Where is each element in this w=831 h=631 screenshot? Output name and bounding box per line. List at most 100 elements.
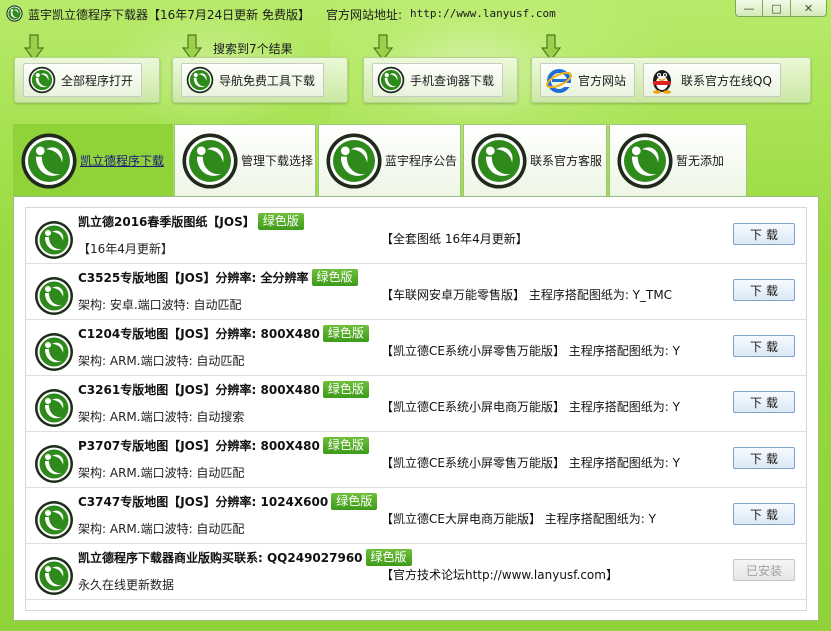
- item-subtitle: 【16年4月更新】: [78, 242, 173, 256]
- item-subtitle: 架构: ARM.端口波特: 自动匹配: [78, 522, 245, 536]
- kld-logo-icon: [470, 132, 528, 190]
- download-button[interactable]: 下载: [733, 223, 795, 245]
- tab-contact-support[interactable]: 联系官方客服: [463, 124, 607, 196]
- site-label: 官方网站地址:: [326, 8, 403, 22]
- kld-logo-icon: [181, 132, 239, 190]
- installed-button[interactable]: 已安装: [733, 559, 795, 581]
- kld-logo-icon: [34, 220, 74, 260]
- tab-announcements[interactable]: 蓝宇程序公告: [318, 124, 461, 196]
- kld-logo-icon: [34, 332, 74, 372]
- download-button[interactable]: 下载: [733, 279, 795, 301]
- close-icon: ✕: [803, 1, 814, 15]
- item-title-text: 凯立德2016春季版图纸【JOS】: [78, 215, 255, 229]
- minimize-icon: —: [743, 1, 755, 15]
- kld-logo-icon: [34, 556, 74, 596]
- list-item: C3525专版地图【JOS】分辨率: 全分辨率 绿色版 架构: 安卓.端口波特: …: [26, 264, 806, 320]
- item-title-text: C1204专版地图【JOS】分辨率: 800X480: [78, 327, 320, 341]
- official-site-button[interactable]: 官方网站: [540, 63, 636, 97]
- download-button[interactable]: 下载: [733, 391, 795, 413]
- download-button[interactable]: 下载: [733, 503, 795, 525]
- official-site-label: 官方网站: [578, 73, 627, 88]
- kld-logo-icon: [377, 66, 405, 94]
- phone-query-download-button[interactable]: 手机查询器下载: [372, 63, 504, 97]
- item-title-text: C3261专版地图【JOS】分辨率: 800X480: [78, 383, 320, 397]
- tab-label: 联系官方客服: [530, 154, 603, 168]
- item-subtitle: 架构: ARM.端口波特: 自动匹配: [78, 354, 245, 368]
- green-version-badge: 绿色版: [322, 325, 369, 342]
- contact-qq-button[interactable]: 联系官方在线QQ: [643, 63, 781, 97]
- item-title-text: 凯立德程序下载器商业版购买联系: QQ249027960: [78, 551, 363, 565]
- toolbar-group-open-all: 全部程序打开: [14, 57, 160, 103]
- window-title: 蓝宇凯立德程序下载器【16年7月24日更新 免费版】: [28, 8, 310, 22]
- item-subtitle: 永久在线更新数据: [78, 578, 175, 592]
- list-item: C3261专版地图【JOS】分辨率: 800X480 绿色版 架构: ARM.端口…: [26, 376, 806, 432]
- maximize-icon: □: [771, 1, 782, 15]
- site-url[interactable]: http://www.lanyusf.com: [410, 7, 556, 20]
- toolbar-group-phone-query: 手机查询器下载: [363, 57, 518, 103]
- kld-logo-icon: [34, 500, 74, 540]
- kld-logo-icon: [325, 132, 383, 190]
- kld-logo-icon: [20, 132, 78, 190]
- item-description: 【车联网安卓万能零售版】 主程序搭配图纸为: Y_TMC: [381, 288, 673, 302]
- nav-tools-download-button[interactable]: 导航免费工具下载: [181, 63, 325, 97]
- window-controls: — □ ✕: [735, 0, 827, 17]
- tab-label: 暂无添加: [676, 154, 725, 168]
- item-title-text: P3707专版地图【JOS】分辨率: 800X480: [78, 439, 320, 453]
- kld-logo-icon: [34, 276, 74, 316]
- title-bar: 蓝宇凯立德程序下载器【16年7月24日更新 免费版】 官方网站地址: http:…: [0, 0, 831, 28]
- tab-label: 凯立德程序下载: [80, 154, 165, 168]
- maximize-button[interactable]: □: [763, 0, 791, 17]
- kld-logo-icon: [616, 132, 674, 190]
- green-version-badge: 绿色版: [257, 213, 304, 230]
- program-list: 凯立德2016春季版图纸【JOS】 绿色版 【16年4月更新】 【全套图纸 16年…: [25, 207, 807, 611]
- item-description: 【全套图纸 16年4月更新】: [381, 232, 528, 246]
- download-button[interactable]: 下载: [733, 335, 795, 357]
- item-description: 【凯立德CE系统小屏零售万能版】 主程序搭配图纸为: Y: [381, 344, 680, 358]
- green-version-badge: 绿色版: [322, 437, 369, 454]
- tab-label: 管理下载选择: [241, 154, 314, 168]
- phone-query-download-label: 手机查询器下载: [410, 73, 495, 88]
- download-button[interactable]: 下载: [733, 447, 795, 469]
- close-button[interactable]: ✕: [791, 0, 827, 17]
- item-title: 凯立德程序下载器商业版购买联系: QQ249027960 绿色版: [78, 549, 412, 566]
- item-title: P3707专版地图【JOS】分辨率: 800X480 绿色版: [78, 437, 369, 454]
- toolbar-group-official: 官方网站 联系官方在线QQ: [531, 57, 811, 103]
- item-title: C1204专版地图【JOS】分辨率: 800X480 绿色版: [78, 325, 369, 342]
- item-subtitle: 架构: ARM.端口波特: 自动匹配: [78, 466, 245, 480]
- contact-qq-label: 联系官方在线QQ: [681, 73, 772, 88]
- app-logo-icon: [6, 5, 23, 22]
- list-item: C1204专版地图【JOS】分辨率: 800X480 绿色版 架构: ARM.端口…: [26, 320, 806, 376]
- list-item: C3747专版地图【JOS】分辨率: 1024X600 绿色版 架构: ARM.端…: [26, 488, 806, 544]
- tab-label: 蓝宇程序公告: [385, 154, 458, 168]
- green-version-badge: 绿色版: [331, 493, 378, 510]
- kld-logo-icon: [34, 388, 74, 428]
- kld-logo-icon: [28, 66, 56, 94]
- open-all-label: 全部程序打开: [61, 73, 134, 88]
- item-title: C3747专版地图【JOS】分辨率: 1024X600 绿色版: [78, 493, 378, 510]
- minimize-button[interactable]: —: [735, 0, 763, 17]
- item-description: 【凯立德CE系统小屏电商万能版】 主程序搭配图纸为: Y: [381, 400, 680, 414]
- kld-logo-icon: [34, 444, 74, 484]
- toolbar-group-nav-tools: 导航免费工具下载: [172, 57, 348, 103]
- search-result-count: 搜索到7个结果: [213, 42, 293, 56]
- ie-icon: [546, 69, 572, 93]
- green-version-badge: 绿色版: [322, 381, 369, 398]
- tab-manage-downloads[interactable]: 管理下载选择: [174, 124, 316, 196]
- item-title: C3525专版地图【JOS】分辨率: 全分辨率 绿色版: [78, 269, 358, 286]
- item-subtitle: 架构: 安卓.端口波特: 自动匹配: [78, 298, 242, 312]
- item-title-text: C3747专版地图【JOS】分辨率: 1024X600: [78, 495, 329, 509]
- tab-kld-download[interactable]: 凯立德程序下载: [13, 124, 173, 196]
- tab-none-added[interactable]: 暂无添加: [609, 124, 747, 196]
- item-title: 凯立德2016春季版图纸【JOS】 绿色版: [78, 213, 304, 230]
- item-subtitle: 架构: ARM.端口波特: 自动搜索: [78, 410, 245, 424]
- item-title: C3261专版地图【JOS】分辨率: 800X480 绿色版: [78, 381, 369, 398]
- kld-logo-icon: [186, 66, 214, 94]
- item-title-text: C3525专版地图【JOS】分辨率: 全分辨率: [78, 271, 309, 285]
- open-all-button[interactable]: 全部程序打开: [23, 63, 143, 97]
- item-description: 【官方技术论坛http://www.lanyusf.com】: [381, 568, 618, 582]
- qq-penguin-icon: [653, 70, 672, 94]
- item-description: 【凯立德CE大屏电商万能版】 主程序搭配图纸为: Y: [381, 512, 656, 526]
- app-window: 蓝宇凯立德程序下载器【16年7月24日更新 免费版】 官方网站地址: http:…: [0, 0, 831, 631]
- list-item: 凯立德程序下载器商业版购买联系: QQ249027960 绿色版 永久在线更新数据…: [26, 544, 806, 600]
- list-item: 凯立德2016春季版图纸【JOS】 绿色版 【16年4月更新】 【全套图纸 16年…: [26, 208, 806, 264]
